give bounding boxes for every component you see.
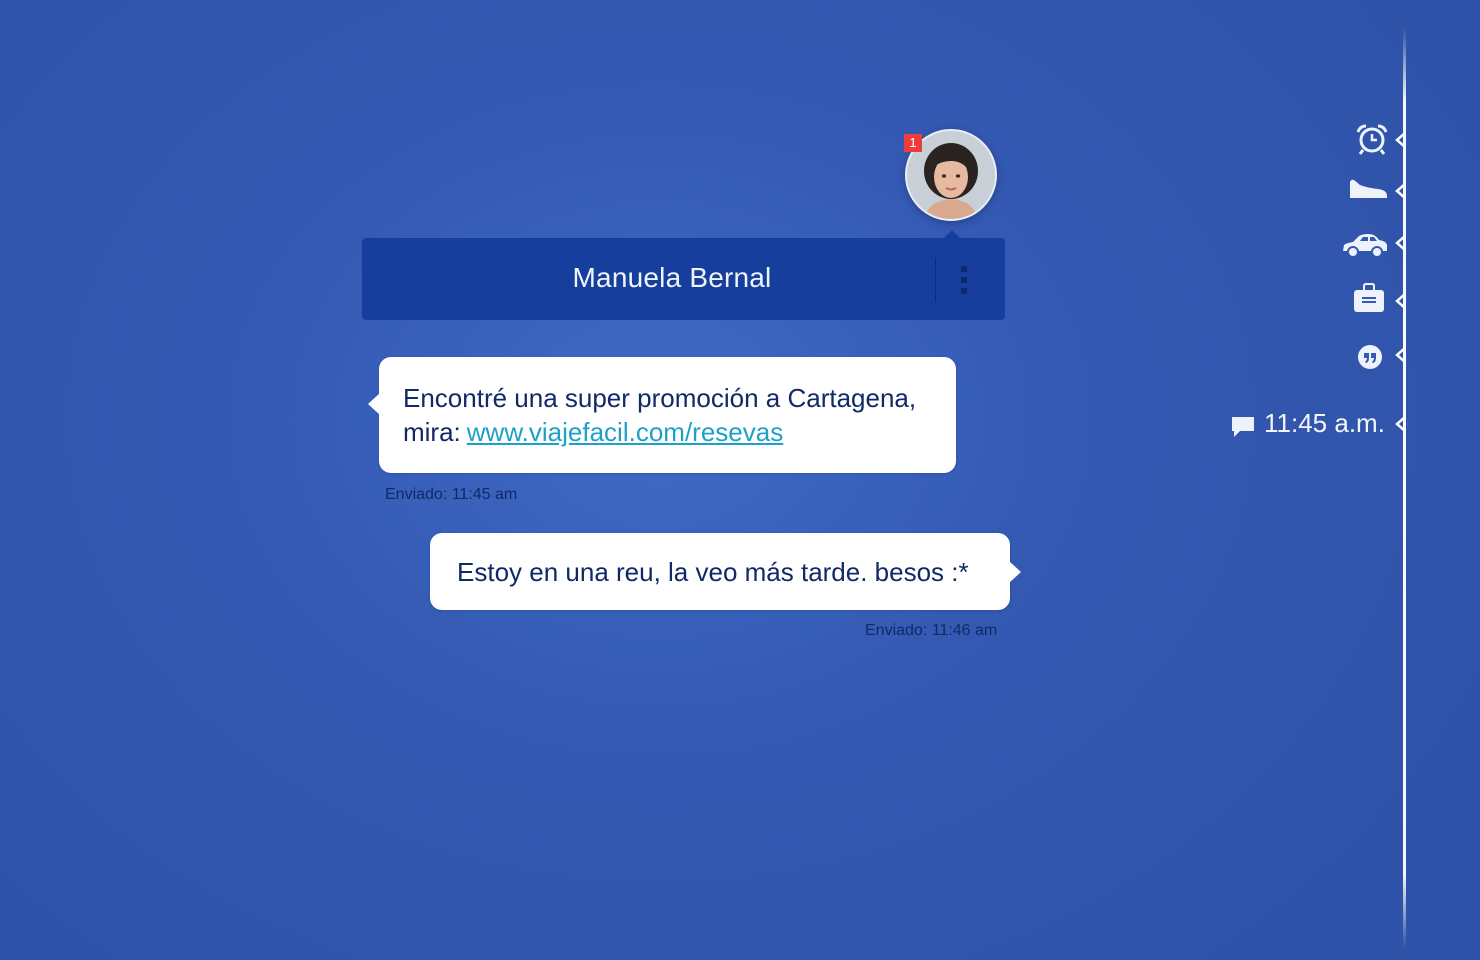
briefcase-icon[interactable] (1353, 283, 1385, 313)
menu-dot (961, 288, 967, 294)
timeline-notch (1395, 294, 1405, 308)
chat-icon[interactable] (1231, 416, 1255, 438)
message-bubble-incoming: Encontré una super promoción a Cartagena… (368, 357, 956, 473)
quote-icon[interactable] (1357, 344, 1383, 370)
message-text: Estoy en una reu, la veo más tarde. beso… (457, 557, 969, 587)
header-divider (935, 258, 936, 302)
menu-dot (961, 266, 967, 272)
timeline-notch (1395, 184, 1405, 198)
message-status: Enviado: 11:45 am (385, 486, 518, 503)
timeline-notch (1395, 348, 1405, 362)
timeline-notch (1395, 133, 1405, 147)
car-icon[interactable] (1341, 233, 1389, 259)
shoe-icon[interactable] (1348, 178, 1388, 200)
message-text: Encontré una super promoción a Cartagena… (403, 381, 948, 449)
message-bubble-outgoing: Estoy en una reu, la veo más tarde. beso… (430, 533, 1021, 610)
timeline-notch (1395, 236, 1405, 250)
timeline-line (1403, 28, 1406, 948)
unread-badge: 1 (904, 134, 922, 152)
timeline-time-label[interactable]: 11:45 a.m. (1264, 408, 1385, 439)
timeline-notch (1395, 417, 1405, 431)
alarm-clock-icon[interactable] (1355, 123, 1389, 155)
message-link[interactable]: www.viajefacil.com/resevas (467, 417, 783, 447)
more-options-button[interactable] (952, 264, 976, 298)
message-status: Enviado: 11:46 am (865, 622, 998, 639)
menu-dot (961, 277, 967, 283)
contact-name: Manuela Bernal (572, 262, 772, 293)
chat-header: Manuela Bernal (362, 238, 1005, 320)
